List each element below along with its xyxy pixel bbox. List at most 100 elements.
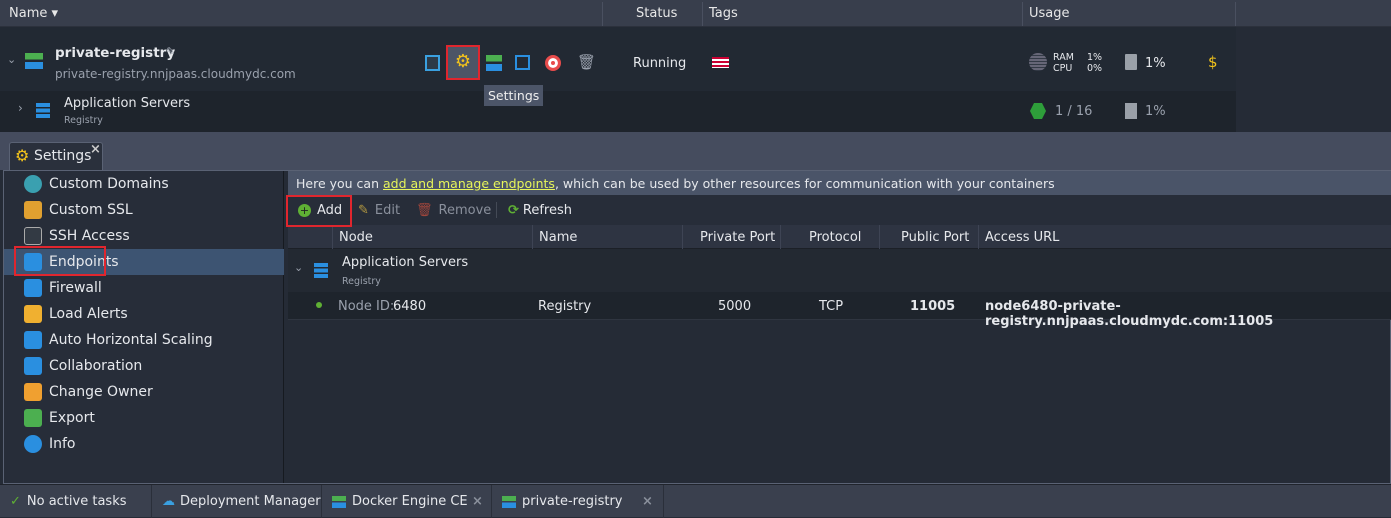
change-topology-icon[interactable]	[486, 55, 502, 71]
cpu-label: CPU	[1053, 63, 1073, 74]
close-tab-icon[interactable]: ×	[472, 494, 483, 509]
sidebar-item-custom-domains[interactable]: Custom Domains	[4, 171, 284, 197]
footer-tab-deployment-manager[interactable]: ☁ Deployment Manager	[152, 485, 322, 518]
alert-icon	[24, 305, 42, 323]
footer-tab-private-registry[interactable]: private-registry ×	[492, 485, 664, 518]
disk-value: 1%	[1145, 56, 1166, 71]
environment-icon	[502, 495, 516, 508]
terminal-icon	[24, 227, 42, 245]
table-row[interactable]: Node ID: 6480 Registry 5000 TCP 11005 no…	[288, 292, 1391, 329]
disk-icon	[1125, 54, 1137, 70]
tasks-status[interactable]: ✓ No active tasks	[0, 485, 152, 518]
settings-button[interactable]: ⚙	[446, 45, 480, 80]
stop-icon[interactable]	[545, 55, 561, 71]
edit-name-icon[interactable]: ✎	[166, 45, 175, 58]
info-icon	[24, 435, 42, 453]
close-tab-icon[interactable]: ×	[90, 142, 101, 157]
disk-icon	[1125, 103, 1137, 119]
group-row[interactable]: ⌄ Application Servers Registry	[288, 249, 1391, 292]
sidebar-item-label: Collaboration	[49, 358, 143, 374]
col-access-url[interactable]: Access URL	[985, 230, 1059, 245]
environment-domain[interactable]: private-registry.nnjpaas.cloudmydc.com	[55, 67, 296, 81]
node-disk-value: 1%	[1145, 104, 1166, 119]
app-server-icon	[36, 103, 50, 118]
highlight-add	[286, 195, 352, 227]
sidebar-item-firewall[interactable]: Firewall	[4, 275, 284, 301]
close-tab-icon[interactable]: ×	[642, 494, 653, 509]
ram-cpu-icon	[1029, 53, 1047, 71]
check-icon: ✓	[10, 494, 21, 509]
status-text: Running	[633, 56, 687, 71]
sidebar-item-label: Auto Horizontal Scaling	[49, 332, 213, 348]
col-public-port[interactable]: Public Port	[901, 230, 969, 245]
tab-settings[interactable]: ⚙ Settings ×	[9, 142, 103, 170]
refresh-icon: ⟳	[508, 203, 519, 218]
ram-value: 1%	[1087, 52, 1103, 63]
col-tags[interactable]: Tags	[709, 6, 738, 21]
footer-tab-docker-engine[interactable]: Docker Engine CE ×	[322, 485, 492, 518]
sidebar-item-info[interactable]: Info	[4, 431, 284, 457]
settings-icon: ⚙	[15, 146, 30, 165]
scaling-icon	[24, 331, 42, 349]
col-protocol[interactable]: Protocol	[809, 230, 861, 245]
handshake-icon	[24, 357, 42, 375]
environment-row[interactable]: ⌄ private-registry ✎ private-registry.nn…	[0, 27, 1236, 91]
shield-icon	[24, 279, 42, 297]
settings-sidebar: Custom Domains Custom SSL SSH Access Endpoi…	[4, 171, 284, 483]
collapse-chevron-icon[interactable]: ⌄	[7, 53, 16, 66]
edit-button[interactable]: ✎ Edit	[358, 203, 400, 218]
pencil-icon: ✎	[358, 203, 369, 218]
sidebar-item-label: Info	[49, 436, 76, 452]
col-status[interactable]: Status	[636, 6, 677, 21]
users-icon	[24, 383, 42, 401]
footer-bar: ✓ No active tasks ☁ Deployment Manager Doc…	[0, 484, 1391, 518]
cpu-value: 0%	[1087, 63, 1103, 74]
node-group-sub: Registry	[64, 115, 103, 126]
clone-icon[interactable]	[515, 55, 530, 70]
col-private-port[interactable]: Private Port	[700, 230, 775, 245]
refresh-button[interactable]: ⟳ Refresh	[508, 203, 572, 218]
table-header: Name ▾ Status Tags Usage	[0, 0, 1391, 27]
expand-chevron-icon[interactable]: ›	[18, 101, 23, 115]
endpoints-table-header: Node Name Private Port Protocol Public P…	[288, 225, 1391, 249]
status-dot-icon	[316, 302, 322, 308]
ram-label: RAM	[1053, 52, 1074, 63]
sidebar-item-label: Load Alerts	[49, 306, 128, 322]
delete-icon[interactable]: 🗑	[577, 53, 596, 71]
sidebar-item-label: Custom Domains	[49, 176, 169, 192]
globe-icon	[24, 175, 42, 193]
trash-icon: 🗑	[416, 203, 433, 218]
sidebar-item-collaboration[interactable]: Collaboration	[4, 353, 284, 379]
sidebar-item-export[interactable]: Export	[4, 405, 284, 431]
certificate-icon	[24, 201, 42, 219]
info-bar: Here you can add and manage endpoints, w…	[288, 171, 1391, 195]
manage-endpoints-link[interactable]: add and manage endpoints	[383, 176, 555, 191]
collapse-chevron-icon[interactable]: ⌄	[294, 261, 303, 274]
open-in-browser-icon[interactable]	[425, 55, 440, 71]
sidebar-item-label: Change Owner	[49, 384, 153, 400]
col-usage[interactable]: Usage	[1029, 6, 1070, 21]
environment-icon	[332, 495, 346, 508]
col-node[interactable]: Node	[339, 230, 373, 245]
access-url[interactable]: node6480-private-registry.nnjpaas.cloudm…	[985, 299, 1391, 329]
environment-name[interactable]: private-registry	[55, 45, 175, 61]
sidebar-item-label: Export	[49, 410, 95, 426]
sidebar-item-custom-ssl[interactable]: Custom SSL	[4, 197, 284, 223]
sidebar-item-label: Firewall	[49, 280, 102, 296]
remove-button[interactable]: 🗑 Remove	[416, 203, 491, 218]
sidebar-item-auto-horizontal-scaling[interactable]: Auto Horizontal Scaling	[4, 327, 284, 353]
sidebar-item-change-owner[interactable]: Change Owner	[4, 379, 284, 405]
app-server-icon	[314, 263, 328, 278]
sidebar-item-load-alerts[interactable]: Load Alerts	[4, 301, 284, 327]
flag-icon	[712, 57, 729, 68]
cloud-upload-icon: ☁	[162, 494, 175, 509]
settings-tooltip: Settings	[484, 85, 544, 106]
col-name[interactable]: Name ▾	[9, 6, 58, 21]
endpoints-toolbar: + Add ✎ Edit 🗑 Remove ⟳ Refresh	[288, 195, 1391, 225]
sidebar-item-label: Custom SSL	[49, 202, 133, 218]
node-group-row[interactable]: › Application Servers Registry 1 / 16 1%	[0, 91, 1236, 132]
sidebar-item-label: SSH Access	[49, 228, 130, 244]
col-endpoint-name[interactable]: Name	[539, 230, 577, 245]
cloudlet-icon	[1030, 103, 1046, 119]
billing-icon[interactable]: $	[1208, 53, 1218, 71]
